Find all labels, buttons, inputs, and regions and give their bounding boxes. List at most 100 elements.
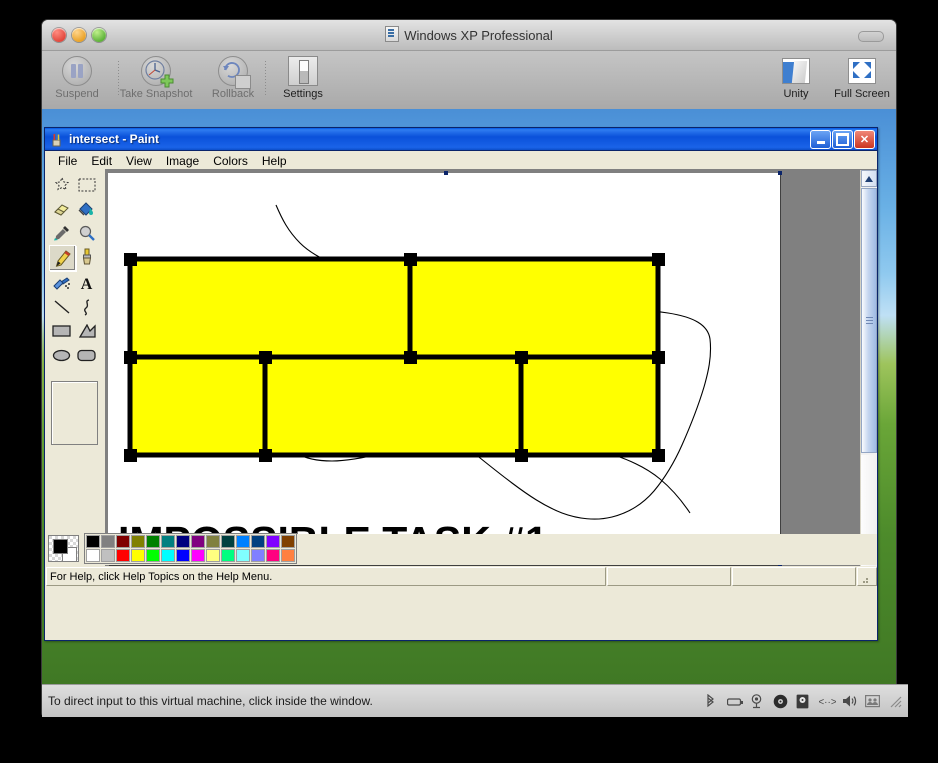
menu-view[interactable]: View [119,153,159,169]
palette-swatch[interactable] [191,549,205,562]
menu-help[interactable]: Help [255,153,294,169]
settings-button[interactable]: Settings [266,55,340,100]
tool-eraser[interactable] [49,197,74,221]
paint-brushes-icon [49,132,64,147]
tool-text[interactable]: A [74,271,99,295]
menu-colors[interactable]: Colors [206,153,255,169]
canvas-resize-handle-tc[interactable] [444,171,448,175]
paint-titlebar[interactable]: intersect - Paint ✕ [45,128,877,151]
windows-desktop[interactable]: intersect - Paint ✕ File Edit View Image… [42,109,896,716]
tool-line[interactable] [49,295,74,319]
network-icon[interactable]: <··> [818,694,837,709]
scrollbar-thumb[interactable] [861,188,877,453]
windows-document-icon [385,26,400,42]
palette-swatch[interactable] [116,535,130,548]
menu-edit[interactable]: Edit [84,153,119,169]
palette-swatch[interactable] [221,549,235,562]
palette-swatch-grid[interactable] [84,533,297,564]
palette-swatch[interactable] [191,535,205,548]
speaker-icon[interactable] [842,694,857,709]
vm-toolbar-toggle-pill[interactable] [858,31,884,42]
palette-swatch[interactable] [86,549,100,562]
canvas-drawing[interactable]: IMPOSSIBLE TASK #1- [108,173,780,565]
vm-status-icons: <··> [704,693,881,709]
svg-text:<··>: <··> [819,697,836,707]
tool-fill-with-color[interactable] [74,197,99,221]
fullscreen-arrows-icon [825,55,896,87]
current-colors-indicator[interactable] [48,535,79,562]
canvas-viewport[interactable]: IMPOSSIBLE TASK #1- [105,170,861,587]
vm-resize-grip[interactable] [890,695,902,708]
palette-swatch[interactable] [86,535,100,548]
palette-swatch[interactable] [161,549,175,562]
tool-options-panel[interactable] [51,381,98,445]
palette-swatch[interactable] [266,535,280,548]
palette-swatch[interactable] [131,535,145,548]
suspend-label: Suspend [55,88,99,100]
palette-swatch[interactable] [116,549,130,562]
palette-swatch[interactable] [236,535,250,548]
full-screen-button[interactable]: Full Screen [825,55,896,100]
menu-image[interactable]: Image [159,153,206,169]
scroll-up-button[interactable] [861,170,877,187]
palette-swatch[interactable] [266,549,280,562]
palette-swatch[interactable] [146,535,160,548]
color-palette [45,533,877,565]
rollback-label: Rollback [211,88,255,100]
tool-airbrush[interactable] [49,271,74,295]
take-snapshot-button[interactable]: Take Snapshot [119,55,193,100]
rollback-button[interactable]: Rollback [196,55,270,100]
palette-swatch[interactable] [146,549,160,562]
webcam-icon[interactable] [750,693,765,709]
tool-select[interactable] [74,173,99,197]
tool-rectangle[interactable] [49,319,74,343]
shared-folder-icon[interactable] [865,694,881,709]
status-cursor-cell [607,567,731,586]
tool-pencil[interactable] [49,245,76,271]
pause-circle-icon [42,55,114,87]
palette-swatch[interactable] [281,535,295,548]
cd-drive-icon[interactable] [773,694,788,709]
palette-swatch[interactable] [101,535,115,548]
palette-swatch[interactable] [251,535,265,548]
paint-title-text: intersect - Paint [69,132,160,146]
canvas-vertical-scrollbar[interactable] [860,170,877,587]
palette-swatch[interactable] [161,535,175,548]
palette-swatch[interactable] [206,535,220,548]
palette-swatch[interactable] [176,549,190,562]
palette-swatch[interactable] [251,549,265,562]
battery-icon[interactable] [726,694,743,709]
canvas-resize-handle-tr[interactable] [778,171,782,175]
palette-swatch[interactable] [176,535,190,548]
hard-disk-icon[interactable] [796,694,811,709]
palette-swatch[interactable] [101,549,115,562]
palette-swatch[interactable] [236,549,250,562]
tool-magnifier[interactable] [74,221,99,245]
bluetooth-icon[interactable] [704,693,719,709]
paint-maximize-button[interactable] [832,129,853,149]
paint-close-button[interactable]: ✕ [854,129,875,149]
canvas-sheet[interactable]: IMPOSSIBLE TASK #1- [108,171,782,567]
tool-polygon[interactable] [74,319,99,343]
canvas-area[interactable]: IMPOSSIBLE TASK #1- [105,169,877,587]
vm-titlebar: Windows XP Professional [42,20,896,51]
suspend-button[interactable]: Suspend [42,55,114,100]
tool-brush[interactable] [74,245,99,269]
tool-pick-color[interactable] [49,221,74,245]
palette-swatch[interactable] [206,549,220,562]
status-resize-grip[interactable] [857,567,877,586]
unity-button[interactable]: Unity [759,55,833,100]
palette-swatch[interactable] [131,549,145,562]
switch-panel-icon [266,55,340,87]
palette-swatch[interactable] [281,549,295,562]
tool-free-form-select[interactable] [49,173,74,197]
paint-statusbar: For Help, click Help Topics on the Help … [45,566,877,587]
foreground-color-swatch[interactable] [53,539,68,554]
tool-curve[interactable] [74,295,99,319]
menu-file[interactable]: File [51,153,84,169]
tool-ellipse[interactable] [49,343,74,367]
paint-minimize-button[interactable] [810,129,831,149]
tool-rounded-rectangle[interactable] [74,343,99,367]
vm-toolbar: Suspend Take Snapshot Rollback Settings … [42,51,896,110]
palette-swatch[interactable] [221,535,235,548]
